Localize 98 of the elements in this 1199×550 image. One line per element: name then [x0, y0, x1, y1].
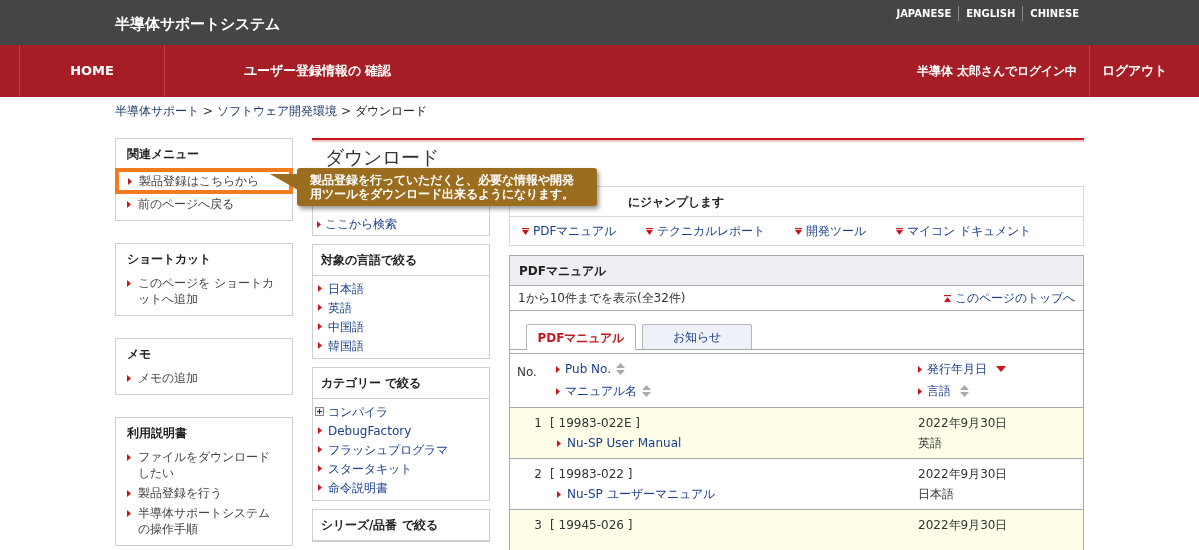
language-link[interactable]: ENGLISH — [958, 6, 1023, 21]
bullet-icon — [318, 285, 322, 292]
bullet-icon — [127, 280, 131, 287]
filter-link[interactable]: DebugFactory — [328, 421, 412, 440]
manual-link[interactable]: Nu-SP ユーザーマニュアル — [567, 485, 715, 503]
filter-link[interactable]: 命令説明書 — [328, 478, 388, 497]
column-header[interactable]: Pub No. — [565, 360, 611, 378]
pub-number: [ 19945-026 ] — [550, 517, 634, 534]
down-arrow-icon — [795, 227, 803, 235]
up-arrow-icon — [944, 294, 951, 302]
account-link[interactable]: ユーザー登録情報の 確認 — [165, 45, 470, 97]
bullet-icon — [318, 304, 322, 311]
breadcrumb-link[interactable]: ソフトウェア開発環境 — [217, 102, 338, 120]
sort-icon[interactable] — [616, 363, 625, 375]
sort-icon[interactable] — [642, 385, 651, 397]
bullet-icon — [318, 427, 322, 434]
filter-link[interactable]: 中国語 — [328, 317, 364, 336]
panel-title: メモ — [126, 346, 152, 363]
filter-link[interactable]: 日本語 — [328, 279, 364, 298]
bullet-icon — [557, 490, 561, 498]
manual-link[interactable]: Nu-SP User Manual — [567, 434, 682, 452]
login-status: 半導体 太郎さんでログイン中 — [916, 63, 1078, 80]
bullet-icon — [128, 178, 132, 185]
filter-link[interactable]: 英語 — [328, 298, 352, 317]
bullet-icon — [317, 221, 321, 228]
filter-link[interactable]: スタータキット — [328, 459, 412, 478]
search-link[interactable]: ここから検索 — [325, 215, 397, 233]
column-header[interactable]: 発行年月日 — [927, 360, 987, 378]
bullet-icon — [556, 365, 560, 373]
list-title: PDFマニュアル — [510, 256, 1083, 286]
column-header[interactable]: マニュアル名 — [565, 382, 637, 400]
site-title: 半導体サポートシステム — [115, 14, 280, 35]
bullet-icon — [318, 484, 322, 491]
publish-date: 2022年9月30日 — [918, 466, 1009, 483]
menu-link[interactable]: 製品登録を行う — [138, 485, 222, 501]
bullet-icon — [318, 323, 322, 330]
panel-title: シリーズ/品番 で絞る — [313, 510, 489, 541]
menu-link[interactable]: ファイルをダウンロードしたい — [138, 449, 281, 481]
tab[interactable]: お知らせ — [642, 324, 752, 349]
menu-link[interactable]: 前のページへ戻る — [138, 196, 234, 212]
down-arrow-icon — [646, 227, 654, 235]
row-number: 2 — [533, 466, 543, 483]
jump-link[interactable]: PDFマニュアル — [533, 222, 617, 240]
bullet-icon — [127, 510, 131, 517]
sort-down-icon[interactable] — [996, 366, 1006, 372]
panel-title: 対象の言語で絞る — [313, 245, 489, 276]
panel-title: 利用説明書 — [126, 425, 188, 442]
bullet-icon — [557, 439, 561, 447]
result-count: 1から10件までを表示(全32件) — [518, 290, 686, 307]
bullet-icon — [918, 365, 922, 373]
down-arrow-icon — [896, 227, 904, 235]
pub-number: [ 19983-022 ] — [550, 466, 634, 483]
jump-title: にジャンプします — [628, 193, 724, 211]
filter-link[interactable]: 韓国語 — [328, 336, 364, 355]
menu-link[interactable]: 半導体サポートシステムの操作手順 — [138, 505, 281, 537]
bullet-icon — [318, 446, 322, 453]
bullet-icon — [127, 454, 131, 461]
publish-date: 2022年9月30日 — [918, 517, 1009, 534]
breadcrumb-separator: > — [203, 103, 214, 120]
bullet-icon — [318, 465, 322, 472]
language-link[interactable]: CHINESE — [1022, 6, 1086, 21]
panel-title: 関連メニュー — [126, 146, 200, 163]
language-cell-text: 日本語 — [918, 486, 955, 503]
page-top-link[interactable]: このページのトップへ — [955, 289, 1075, 307]
breadcrumb-link[interactable]: 半導体サポート — [115, 102, 199, 120]
bullet-icon — [556, 387, 560, 395]
column-header[interactable]: 言語 — [927, 382, 951, 400]
tab[interactable]: PDFマニュアル — [526, 324, 636, 350]
publish-date: 2022年9月30日 — [918, 415, 1009, 432]
filter-link[interactable]: フラッシュプログラマ — [328, 440, 448, 459]
bullet-icon — [127, 375, 131, 382]
breadcrumb-current: ダウンロード — [355, 103, 428, 120]
bullet-icon — [127, 201, 131, 208]
language-cell-text: 英語 — [918, 435, 943, 452]
pub-number: [ 19983-022E ] — [550, 415, 641, 432]
jump-link[interactable]: マイコン ドキュメント — [907, 222, 1032, 240]
page-title: ダウンロード — [325, 146, 439, 168]
bullet-icon — [127, 490, 131, 497]
menu-link[interactable]: メモの追加 — [138, 370, 198, 386]
row-number: 3 — [533, 517, 543, 534]
tooltip-text: 製品登録を行っていただくと、必要な情報や開発用ツールをダウンロード出来るようになります。 — [310, 173, 575, 201]
language-link[interactable]: JAPANESE — [889, 6, 959, 21]
expand-icon[interactable] — [315, 407, 324, 416]
bullet-icon — [918, 387, 922, 395]
bullet-icon — [318, 342, 322, 349]
filter-link[interactable]: コンパイラ — [328, 402, 388, 421]
column-header: No. — [516, 364, 538, 381]
panel-title: カテゴリー で絞る — [313, 368, 489, 399]
sort-icon[interactable] — [960, 385, 969, 397]
logout-link[interactable]: ログアウト — [1089, 45, 1179, 97]
jump-link[interactable]: 開発ツール — [806, 222, 867, 240]
home-link[interactable]: HOME — [20, 45, 165, 97]
menu-link[interactable]: このページを ショートカットへ追加 — [138, 275, 281, 307]
row-number: 1 — [533, 415, 543, 432]
down-arrow-icon — [522, 227, 529, 235]
breadcrumb-separator: > — [341, 103, 352, 120]
panel-title: ショートカット — [126, 251, 212, 268]
jump-link[interactable]: テクニカルレポート — [657, 222, 766, 240]
